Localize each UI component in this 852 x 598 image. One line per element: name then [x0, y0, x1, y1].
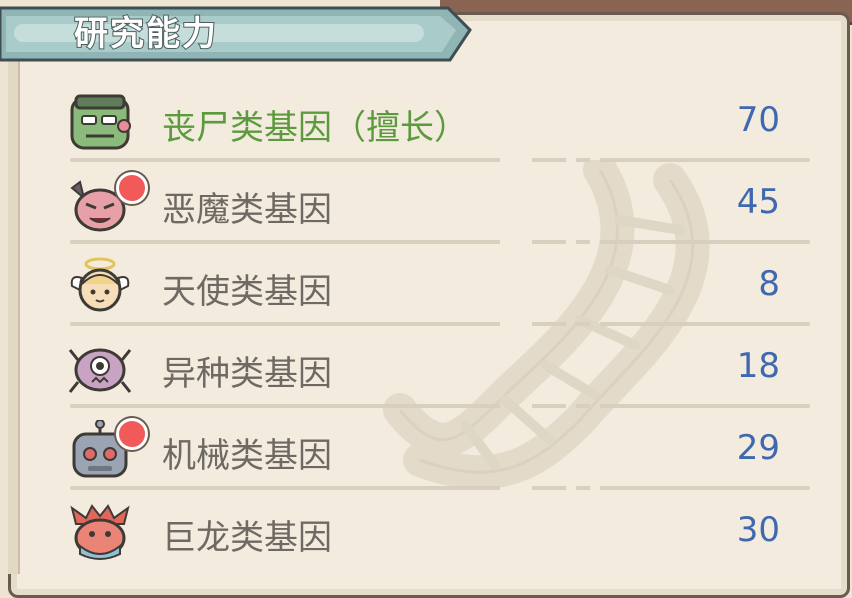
dragon-icon: [70, 504, 130, 560]
gene-row-demon[interactable]: 恶魔类基因 45: [60, 162, 820, 244]
gene-row-angel[interactable]: 天使类基因 8: [60, 244, 820, 326]
gene-value: 70: [736, 100, 780, 140]
angel-icon: [70, 257, 130, 312]
alert-badge: [116, 418, 148, 450]
gene-label: 天使类基因: [162, 272, 332, 312]
gene-row-dragon[interactable]: 巨龙类基因 30: [60, 490, 820, 572]
gene-row-alien[interactable]: 异种类基因 18: [60, 326, 820, 408]
alert-badge: [116, 172, 148, 204]
gene-value: 45: [736, 182, 780, 222]
alien-icon: [68, 348, 132, 393]
gene-label: 丧尸类基因（擅长）: [162, 108, 468, 148]
gene-label: 机械类基因: [162, 436, 332, 476]
gene-value: 8: [758, 264, 780, 304]
gene-label: 异种类基因: [162, 354, 332, 394]
gene-label: 巨龙类基因: [162, 518, 332, 558]
gene-value: 30: [736, 510, 780, 550]
gene-row-zombie[interactable]: 丧尸类基因（擅长） 70: [60, 80, 820, 162]
gene-value: 29: [736, 428, 780, 468]
gene-value: 18: [736, 346, 780, 386]
gene-row-robot[interactable]: 机械类基因 29: [60, 408, 820, 490]
zombie-icon: [70, 94, 131, 150]
gene-label: 恶魔类基因: [162, 190, 332, 230]
